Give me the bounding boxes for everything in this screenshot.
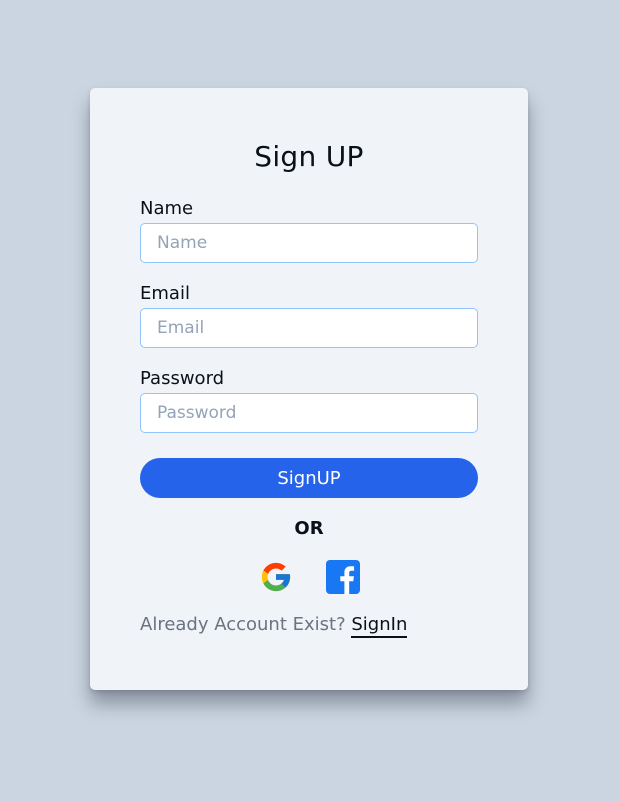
password-label: Password (140, 368, 225, 389)
name-input[interactable] (140, 223, 478, 263)
name-label: Name (140, 198, 194, 219)
signup-card: Sign UP Name Email Password SignUP OR Al… (90, 88, 528, 690)
signin-prompt-text: Already Account Exist? (140, 614, 346, 635)
signin-prompt: Already Account Exist? SignIn (140, 614, 408, 638)
password-input[interactable] (140, 393, 478, 433)
or-divider: OR (294, 518, 324, 539)
facebook-signin-button[interactable] (326, 560, 360, 594)
signin-link[interactable]: SignIn (351, 614, 408, 638)
signup-button[interactable]: SignUP (140, 458, 478, 498)
facebook-icon (326, 560, 360, 594)
google-icon (261, 562, 291, 592)
google-signin-button[interactable] (259, 560, 293, 594)
email-label: Email (140, 283, 190, 304)
page-title: Sign UP (254, 140, 364, 173)
email-input[interactable] (140, 308, 478, 348)
